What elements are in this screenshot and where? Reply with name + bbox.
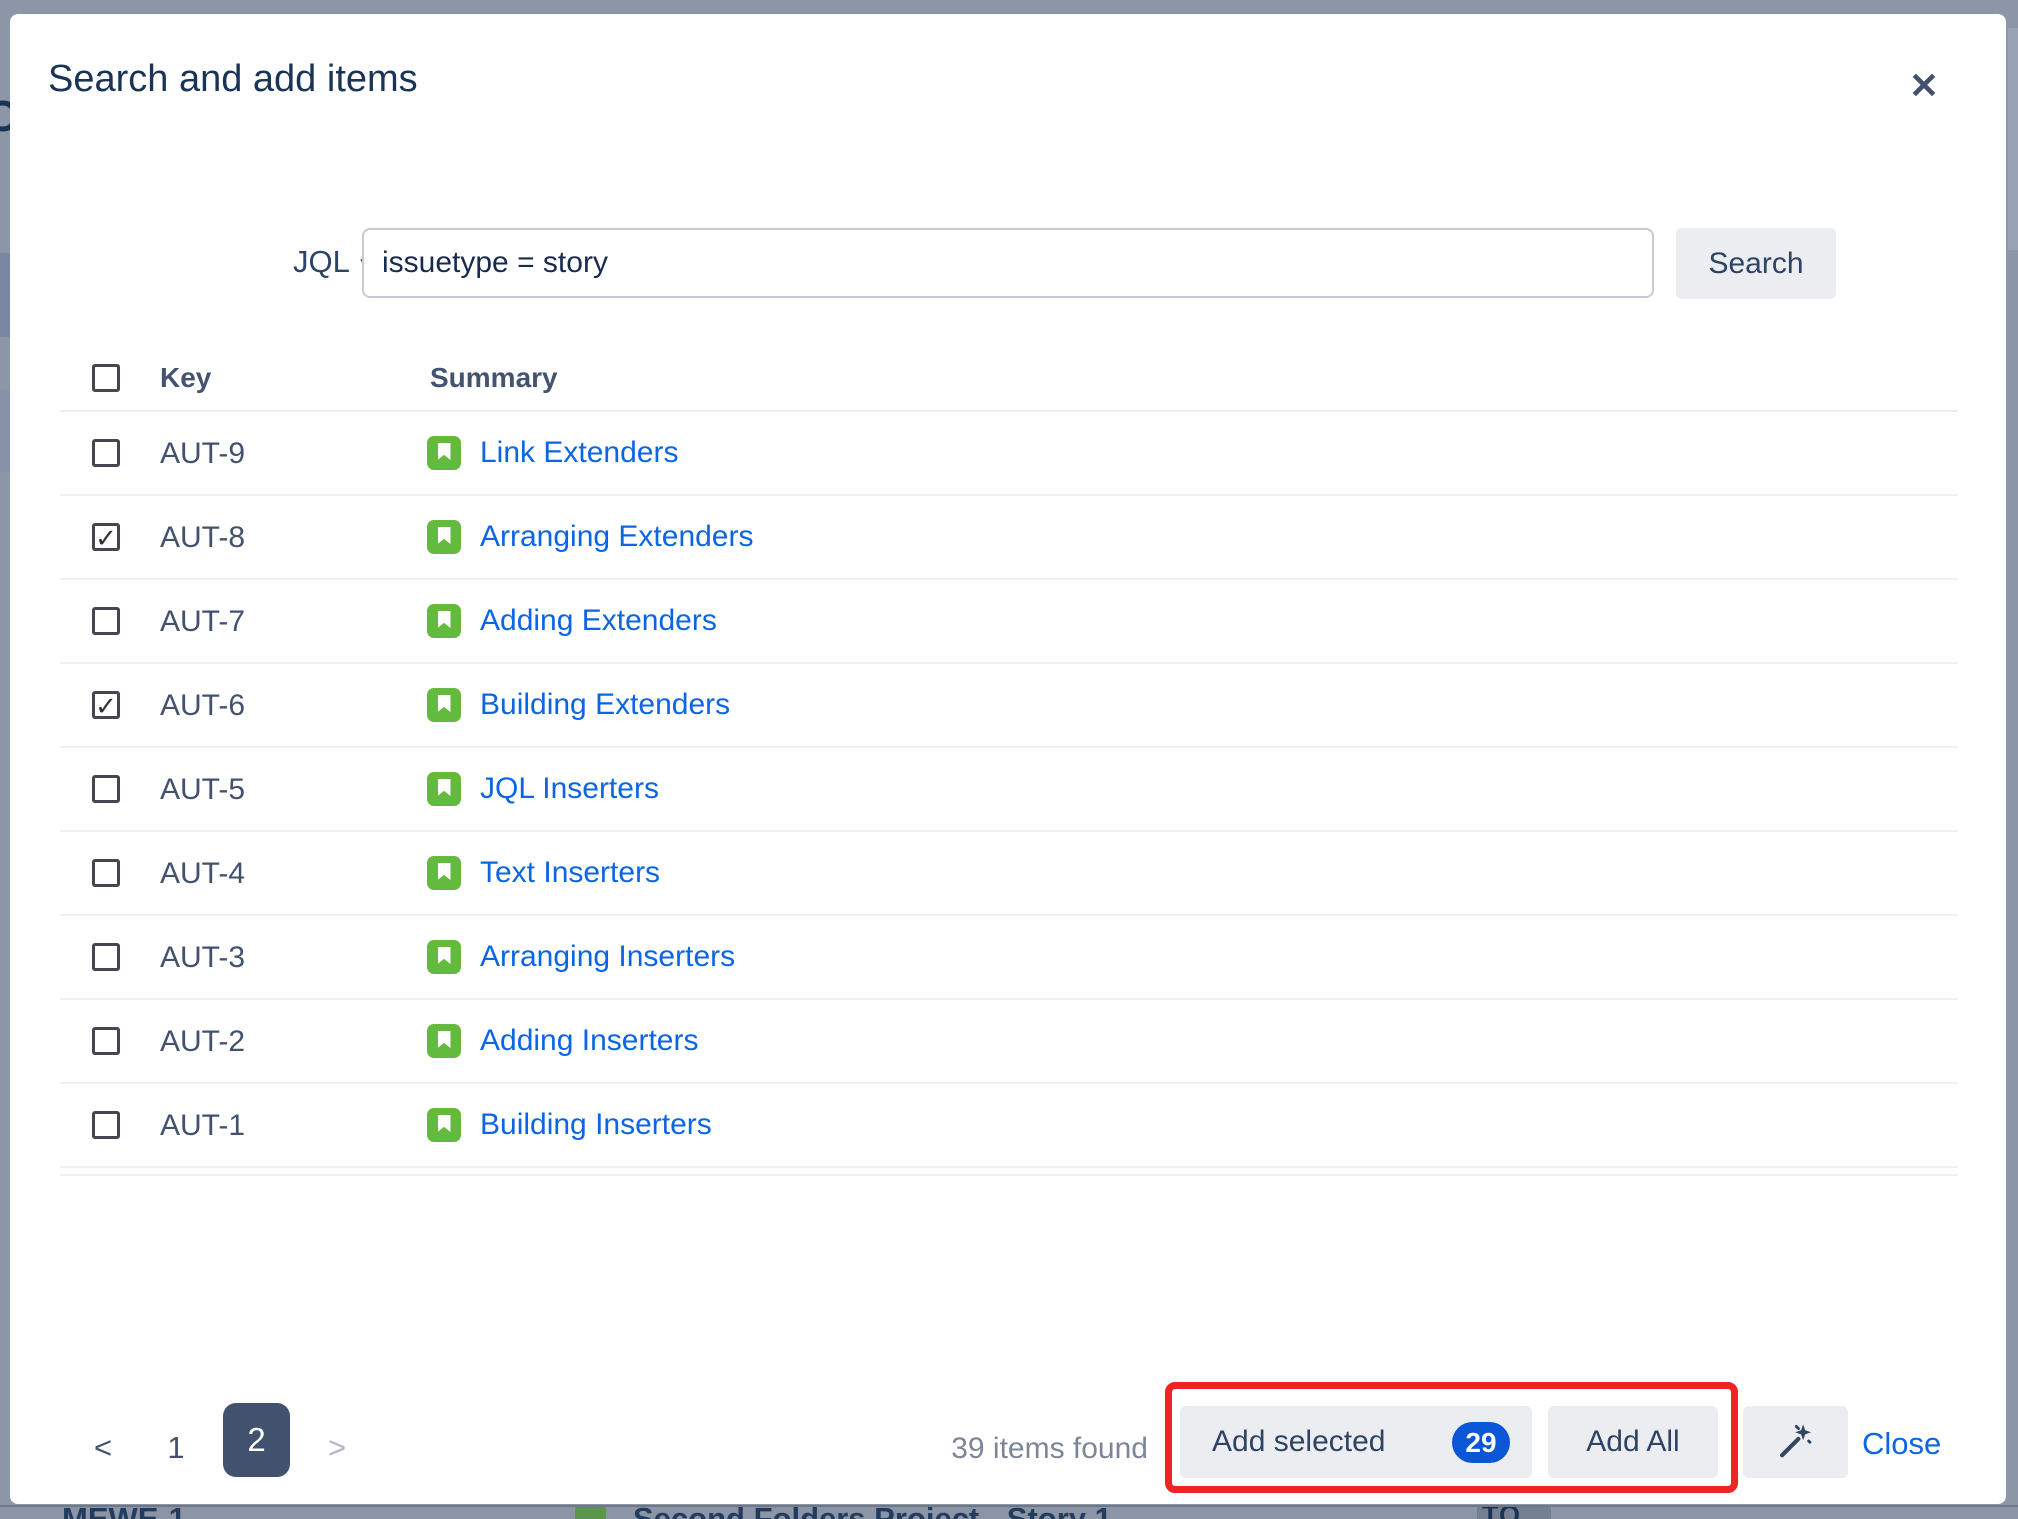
prev-page-button[interactable]: < <box>81 1430 125 1466</box>
table-row: ✓ AUT-8 Arranging Extenders <box>60 496 1958 580</box>
story-icon <box>427 688 461 722</box>
selected-count-badge: 29 <box>1452 1422 1510 1463</box>
row-checkbox[interactable] <box>92 1027 120 1055</box>
add-selected-label: Add selected <box>1212 1425 1385 1459</box>
add-all-button[interactable]: Add All <box>1548 1406 1718 1478</box>
issue-summary-link[interactable]: Adding Inserters <box>480 1024 698 1058</box>
story-icon <box>427 856 461 890</box>
story-icon <box>427 520 461 554</box>
issue-key: AUT-8 <box>160 521 245 555</box>
issue-table-header: Key Summary <box>60 346 1958 412</box>
page-1-button[interactable]: 1 <box>154 1430 198 1466</box>
row-checkbox[interactable]: ✓ <box>92 691 120 719</box>
table-row: AUT-5 JQL Inserters <box>60 748 1958 832</box>
issue-key: AUT-5 <box>160 773 245 807</box>
table-row: AUT-2 Adding Inserters <box>60 1000 1958 1084</box>
background-band <box>0 390 10 472</box>
auto-add-button[interactable] <box>1743 1406 1848 1478</box>
issue-summary-link[interactable]: Link Extenders <box>480 436 678 470</box>
issue-key: AUT-2 <box>160 1025 245 1059</box>
check-icon: ✓ <box>95 523 117 553</box>
issue-table-body: AUT-9 Link Extenders ✓ AUT-8 Arranging E… <box>60 412 1958 1168</box>
story-icon <box>427 604 461 638</box>
issue-key: AUT-1 <box>160 1109 245 1143</box>
jql-query-input[interactable] <box>362 228 1654 298</box>
issue-summary-link[interactable]: Arranging Inserters <box>480 940 735 974</box>
row-checkbox[interactable] <box>92 439 120 467</box>
background-band <box>2008 28 2018 250</box>
items-found-count: 39 items found <box>820 1432 1148 1466</box>
issue-summary-link[interactable]: Adding Extenders <box>480 604 717 638</box>
story-icon <box>427 772 461 806</box>
check-icon: ✓ <box>95 691 117 721</box>
row-checkbox[interactable] <box>92 775 120 803</box>
issue-summary-link[interactable]: Text Inserters <box>480 856 660 890</box>
table-row: AUT-4 Text Inserters <box>60 832 1958 916</box>
issue-summary-link[interactable]: Building Inserters <box>480 1108 712 1142</box>
table-row: ✓ AUT-6 Building Extenders <box>60 664 1958 748</box>
issue-key: AUT-4 <box>160 857 245 891</box>
issue-summary-link[interactable]: Building Extenders <box>480 688 730 722</box>
jql-mode-label: JQL <box>293 244 350 280</box>
table-end-divider <box>60 1174 1958 1176</box>
next-page-button[interactable]: > <box>315 1430 359 1466</box>
story-icon <box>427 1108 461 1142</box>
row-checkbox[interactable] <box>92 607 120 635</box>
table-row: AUT-9 Link Extenders <box>60 412 1958 496</box>
table-row: AUT-3 Arranging Inserters <box>60 916 1958 1000</box>
background-status-badge: TO DO <box>1477 1507 1551 1519</box>
dialog-title: Search and add items <box>48 58 418 101</box>
search-button[interactable]: Search <box>1676 228 1836 299</box>
search-and-add-items-dialog: Search and add items ✕ JQL ▼ Search Key … <box>10 14 2006 1504</box>
select-all-checkbox[interactable] <box>92 364 120 392</box>
background-band <box>0 253 10 337</box>
issue-key: AUT-6 <box>160 689 245 723</box>
page-2-button-active[interactable]: 2 <box>223 1403 290 1477</box>
story-icon <box>427 1024 461 1058</box>
story-icon <box>427 940 461 974</box>
issue-key: AUT-3 <box>160 941 245 975</box>
add-selected-button[interactable]: Add selected 29 <box>1180 1406 1532 1478</box>
story-icon <box>427 436 461 470</box>
table-row: AUT-1 Building Inserters <box>60 1084 1958 1168</box>
close-link[interactable]: Close <box>1862 1426 1941 1462</box>
table-row: AUT-7 Adding Extenders <box>60 580 1958 664</box>
row-checkbox[interactable]: ✓ <box>92 523 120 551</box>
row-checkbox[interactable] <box>92 943 120 971</box>
column-header-summary: Summary <box>430 362 558 394</box>
issue-summary-link[interactable]: Arranging Extenders <box>480 520 754 554</box>
issue-table: Key Summary AUT-9 Link Extenders ✓ AUT-8… <box>60 346 1958 1176</box>
magic-wand-icon <box>1777 1422 1815 1463</box>
close-icon[interactable]: ✕ <box>1900 62 1948 110</box>
column-header-key: Key <box>160 362 211 394</box>
row-checkbox[interactable] <box>92 1111 120 1139</box>
issue-key: AUT-7 <box>160 605 245 639</box>
issue-key: AUT-9 <box>160 437 245 471</box>
issue-summary-link[interactable]: JQL Inserters <box>480 772 659 806</box>
row-checkbox[interactable] <box>92 859 120 887</box>
